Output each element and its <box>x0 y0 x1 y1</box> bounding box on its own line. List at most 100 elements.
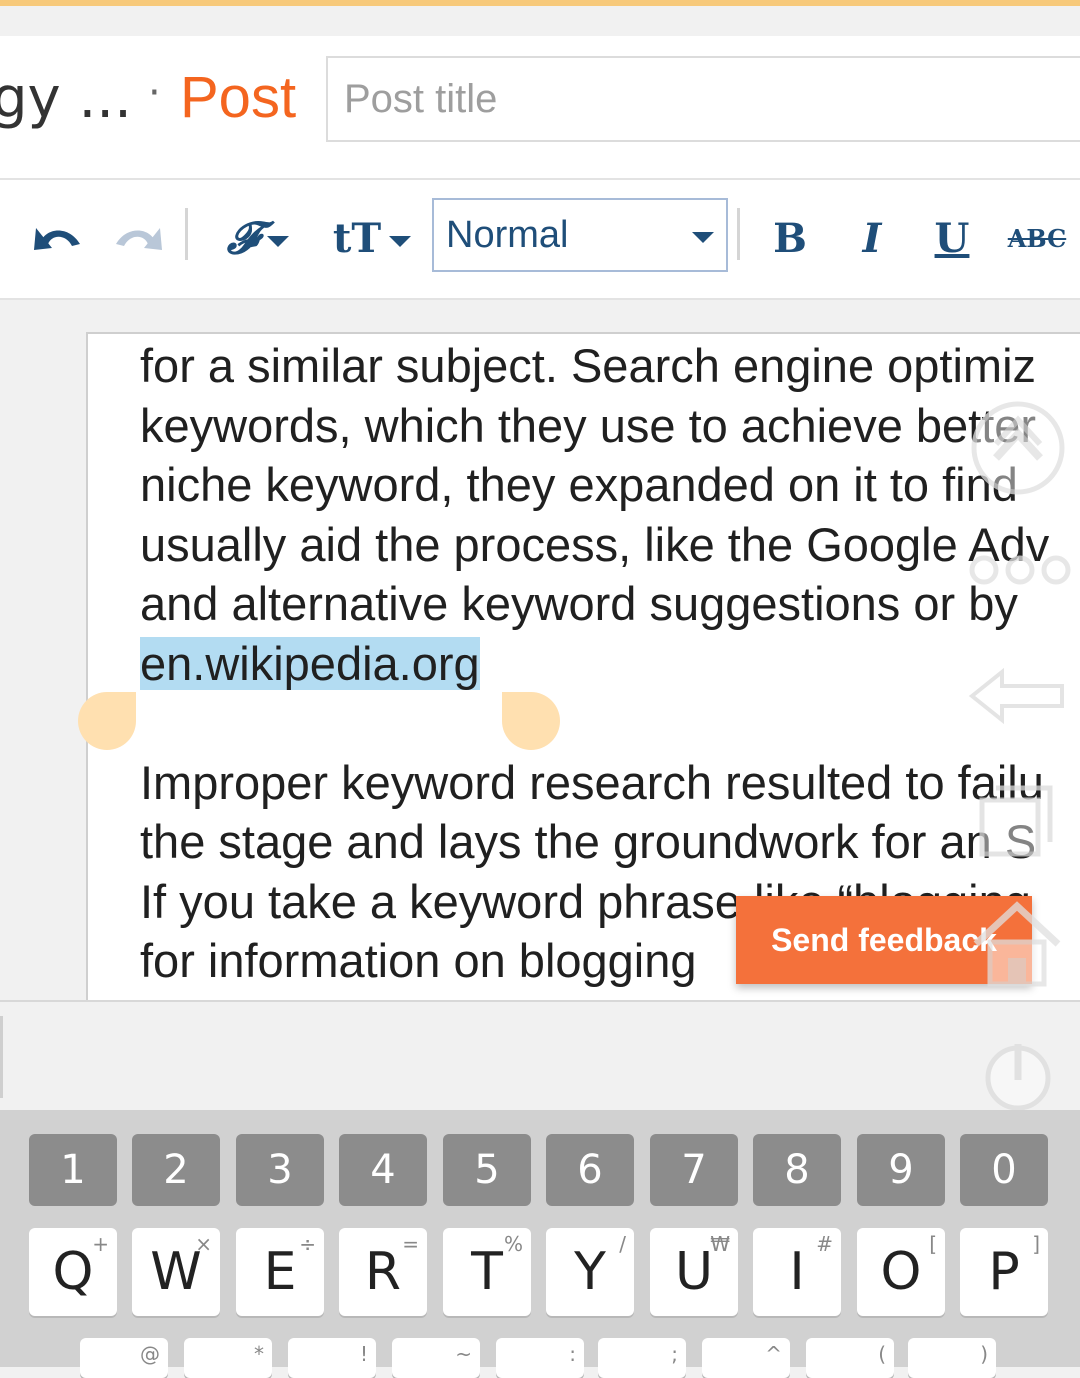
editor-line: usually aid the process, like the Google… <box>140 517 1050 571</box>
editor-line: keywords, which they use to achieve bett… <box>140 398 1037 452</box>
key-s[interactable]: * <box>184 1338 272 1378</box>
key-secondary: [ <box>929 1232 937 1256</box>
font-size-icon: tT <box>332 214 382 262</box>
key-secondary: @ <box>140 1342 160 1366</box>
undo-button[interactable] <box>30 206 86 270</box>
key-secondary: ] <box>1032 1232 1040 1256</box>
power-icon[interactable] <box>980 1034 1056 1114</box>
key-secondary: ÷ <box>299 1232 316 1256</box>
italic-button[interactable]: I <box>850 206 894 270</box>
key-j[interactable]: ^ <box>702 1338 790 1378</box>
back-arrow-icon[interactable] <box>968 668 1068 724</box>
key-secondary: ^ <box>765 1342 782 1366</box>
key-4[interactable]: 4 <box>339 1134 427 1206</box>
selected-text[interactable]: en.wikipedia.org <box>140 636 480 690</box>
redo-button[interactable] <box>110 206 166 270</box>
editor-line-selected: en.wikipedia.org <box>140 634 1080 694</box>
key-i[interactable]: I # <box>753 1228 841 1316</box>
home-icon[interactable] <box>970 900 1064 990</box>
key-8[interactable]: 8 <box>753 1134 841 1206</box>
post-header: gy ... · Post <box>0 36 1080 180</box>
key-label: E <box>263 1242 297 1302</box>
key-secondary: + <box>92 1232 109 1256</box>
key-secondary: = <box>402 1232 419 1256</box>
bold-icon: B <box>773 214 807 262</box>
selection-handle-end[interactable] <box>502 692 560 750</box>
key-secondary: ( <box>878 1342 886 1366</box>
key-7[interactable]: 7 <box>650 1134 738 1206</box>
key-label: P <box>988 1242 1020 1302</box>
key-l[interactable]: ) <box>908 1338 996 1378</box>
editor-line: niche keyword, they expanded on it to fi… <box>140 458 1018 511</box>
key-t[interactable]: T% <box>443 1228 531 1316</box>
key-2[interactable]: 2 <box>132 1134 220 1206</box>
chevron-down-icon <box>267 235 290 247</box>
key-o[interactable]: O[ <box>857 1228 945 1316</box>
key-h[interactable]: ; <box>598 1338 686 1378</box>
strikethrough-icon: ABC <box>1007 223 1067 253</box>
key-label: Q <box>52 1242 94 1302</box>
scroll-top-icon[interactable] <box>968 398 1068 498</box>
key-r[interactable]: R = <box>339 1228 427 1316</box>
recent-apps-icon[interactable] <box>976 780 1056 860</box>
font-family-button[interactable]: 𝓕 <box>210 206 306 270</box>
key-secondary: # <box>816 1232 833 1256</box>
soft-keyboard: 1 2 3 4 5 6 7 8 9 0 Q + W × E ÷ R = T% Y / U ₩… <box>0 1110 1080 1378</box>
editor-line: the stage and lays the groundwork for an… <box>140 815 1037 868</box>
key-y[interactable]: Y / <box>546 1228 634 1316</box>
key-secondary: * <box>254 1342 264 1366</box>
key-9[interactable]: 9 <box>857 1134 945 1206</box>
paragraph-format-select[interactable]: Normal <box>432 198 728 272</box>
key-e[interactable]: E ÷ <box>236 1228 324 1316</box>
key-a[interactable]: @ <box>80 1338 168 1378</box>
editor-line: Improper keyword research resulted to fa… <box>140 755 1044 809</box>
more-dots-icon[interactable] <box>968 550 1072 590</box>
key-1[interactable]: 1 <box>29 1134 117 1206</box>
strikethrough-button[interactable]: ABC <box>1006 206 1068 270</box>
key-label: U <box>674 1242 714 1302</box>
post-label: Post <box>180 65 297 130</box>
editor-toolbar: 𝓕 tT Normal B I U ABC <box>0 180 1080 300</box>
key-secondary: : <box>569 1342 576 1366</box>
key-5[interactable]: 5 <box>443 1134 531 1206</box>
key-6[interactable]: 6 <box>546 1134 634 1206</box>
key-p[interactable]: P] <box>960 1228 1048 1316</box>
key-label: T <box>471 1242 503 1302</box>
key-q[interactable]: Q + <box>29 1228 117 1316</box>
toolbar-divider <box>737 208 740 260</box>
key-label: I <box>789 1242 805 1302</box>
italic-icon: I <box>862 214 882 262</box>
bold-button[interactable]: B <box>768 206 812 270</box>
key-0[interactable]: 0 <box>960 1134 1048 1206</box>
divider <box>0 1016 3 1098</box>
paragraph-format-value: Normal <box>446 213 569 256</box>
key-w[interactable]: W × <box>132 1228 220 1316</box>
selection-handle-start[interactable] <box>78 692 136 750</box>
post-title-input[interactable] <box>326 56 1080 142</box>
key-secondary: ! <box>359 1342 368 1366</box>
editor-line: for a similar subject. Search engine opt… <box>140 339 1037 392</box>
key-k[interactable]: ( <box>806 1338 894 1378</box>
key-3[interactable]: 3 <box>236 1134 324 1206</box>
key-label: W <box>150 1242 202 1302</box>
underline-icon: U <box>934 214 970 262</box>
key-f[interactable]: ~ <box>392 1338 480 1378</box>
editor-line: and alternative keyword suggestions or b… <box>140 577 1018 630</box>
underline-button[interactable]: U <box>930 206 974 270</box>
chevron-down-icon <box>389 235 412 247</box>
key-secondary: ; <box>671 1342 678 1366</box>
key-secondary: / <box>619 1232 626 1256</box>
key-g[interactable]: : <box>496 1338 584 1378</box>
key-secondary: × <box>195 1232 212 1256</box>
key-u[interactable]: U ₩ <box>650 1228 738 1316</box>
editor-content[interactable]: for a similar subject. Search engine opt… <box>140 336 1080 991</box>
undo-icon <box>34 228 80 250</box>
font-size-button[interactable]: tT <box>324 206 420 270</box>
chevron-down-icon <box>692 232 714 243</box>
top-gap <box>0 6 1080 36</box>
blog-name[interactable]: gy ... <box>0 66 132 131</box>
key-secondary: % <box>503 1232 523 1256</box>
key-d[interactable]: ! <box>288 1338 376 1378</box>
breadcrumb-separator: · <box>148 70 161 116</box>
